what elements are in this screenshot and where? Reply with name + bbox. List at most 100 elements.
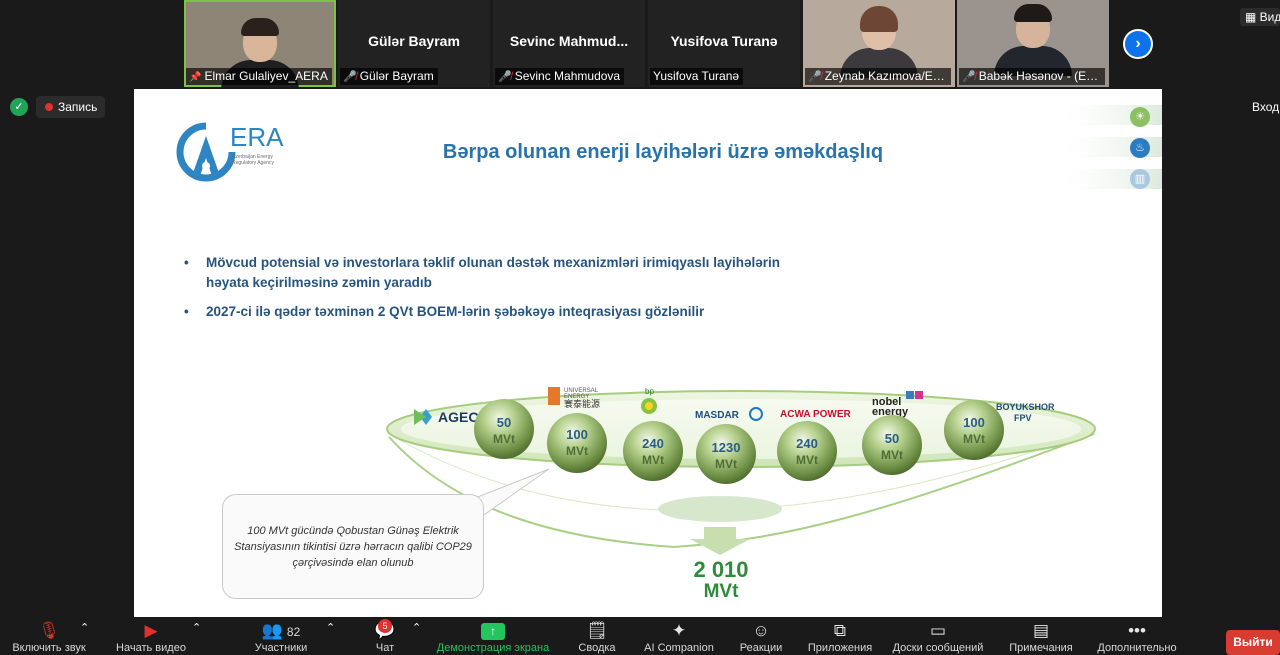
- svg-text:FPV: FPV: [1014, 413, 1032, 423]
- apps-icon: ⧉: [833, 621, 847, 640]
- video-off-icon: ▶: [144, 621, 158, 640]
- svg-text:100: 100: [566, 427, 588, 442]
- mic-muted-icon: 🎤̸: [498, 71, 512, 83]
- mic-options-chevron-icon[interactable]: ⌃: [80, 621, 89, 655]
- participants-options-chevron-icon[interactable]: ⌃: [326, 621, 335, 655]
- mic-muted-icon: 🎤̸: [808, 71, 822, 83]
- participant-nametag: 📌 Elmar Gulaliyev_AERA: [186, 68, 332, 85]
- participants-icon: 👥: [261, 621, 283, 640]
- summary-icon: 🗒: [586, 621, 608, 640]
- chevron-right-icon: ›: [1135, 35, 1141, 52]
- more-button[interactable]: ••• Дополнительно: [1094, 621, 1180, 655]
- svg-text:MVt: MVt: [566, 444, 588, 458]
- total-value: 2 010: [693, 557, 749, 582]
- total-capacity: 2 010 MVt: [684, 559, 758, 603]
- svg-text:1230: 1230: [712, 440, 741, 455]
- svg-text:AGEC: AGEC: [438, 409, 478, 425]
- participant-tile-guler[interactable]: Gülər Bayram 🎤̸ Gülər Bayram: [338, 0, 490, 87]
- start-video-button[interactable]: ▶ Начать видео: [110, 621, 192, 655]
- participants-button[interactable]: 👥 82 Участники: [240, 621, 322, 655]
- svg-text:240: 240: [642, 436, 664, 451]
- emoji-icon: ☺: [752, 621, 770, 640]
- grid-icon: ▦: [1245, 10, 1260, 24]
- chat-icon: 💬5: [364, 619, 406, 641]
- participant-nametag: 🎤̸ Sevinc Mahmudova: [495, 68, 625, 85]
- sparkle-icon: ✦: [671, 621, 687, 640]
- chat-button[interactable]: 💬5 Чат: [364, 619, 406, 655]
- bullet-item: Mövcud potensial və investorlara təklif …: [180, 253, 780, 293]
- svg-text:寰泰能源: 寰泰能源: [564, 398, 600, 410]
- participant-video: [994, 4, 1072, 76]
- view-button[interactable]: ▦ Вид: [1240, 8, 1280, 26]
- entry-label[interactable]: Вход: [1252, 100, 1279, 114]
- share-screen-icon: ↑: [481, 623, 505, 640]
- video-options-chevron-icon[interactable]: ⌃: [192, 621, 201, 655]
- svg-text:50: 50: [497, 415, 511, 430]
- capacity-sphere: 240 MVt: [623, 421, 683, 481]
- whiteboard-icon: ▭: [929, 621, 947, 640]
- svg-text:bp: bp: [645, 387, 654, 396]
- building-icon: ▥: [1130, 169, 1150, 189]
- more-dots-icon: •••: [1128, 621, 1146, 640]
- reactions-button[interactable]: ☺ Реакции: [734, 621, 788, 655]
- capacity-sphere: 100 MVt: [944, 400, 1004, 460]
- svg-text:100: 100: [963, 415, 985, 430]
- participant-tile-babek[interactable]: 🎤̸ Babək Həsənov - (En...: [957, 0, 1109, 87]
- participant-tile-yusifova[interactable]: Yusifova Turanə Yusifova Turanə: [648, 0, 800, 87]
- capacity-sphere: 100 MVt: [547, 413, 607, 473]
- notes-icon: ▤: [1032, 621, 1050, 640]
- chat-options-chevron-icon[interactable]: ⌃: [412, 621, 421, 655]
- funnel-arrow: [690, 527, 750, 555]
- capacity-sphere: 240 MVt: [777, 421, 837, 481]
- leave-button[interactable]: Выйти: [1226, 630, 1280, 655]
- svg-text:MVt: MVt: [881, 448, 903, 462]
- company-logo-acwa-power: ACWA POWER: [780, 409, 852, 420]
- funnel-bottom-glow: [658, 496, 782, 522]
- lightbulb-icon: ☀: [1130, 107, 1150, 127]
- whiteboards-button[interactable]: ▭ Доски сообщений: [890, 621, 986, 655]
- svg-text:MVt: MVt: [963, 432, 985, 446]
- mic-muted-icon: 🎤̸: [962, 71, 976, 83]
- participant-display-name: Sevinc Mahmud...: [509, 33, 629, 49]
- bullet-list: Mövcud potensial və investorlara təklif …: [180, 253, 780, 331]
- bullet-item: 2027-ci ilə qədər təxminən 2 QVt BOEM-lə…: [180, 302, 780, 322]
- participant-tile-elmar[interactable]: 📌 Elmar Gulaliyev_AERA: [184, 0, 336, 87]
- capacity-sphere: 1230 MVt: [696, 424, 756, 484]
- svg-text:240: 240: [796, 436, 818, 451]
- svg-text:MVt: MVt: [796, 453, 818, 467]
- encryption-shield-icon[interactable]: ✓: [10, 98, 28, 116]
- participant-tile-zeynab[interactable]: 🎤̸ Zeynab Kazımova/EM...: [803, 0, 955, 87]
- participant-display-name: Gülər Bayram: [368, 33, 460, 49]
- summary-button[interactable]: 🗒 Сводка: [574, 621, 620, 655]
- callout-note: 100 MVt gücündə Qobustan Günəş Elektrik …: [222, 494, 484, 599]
- slide-title: Bərpa olunan enerji layihələri üzrə əmək…: [442, 141, 884, 163]
- flame-icon: ♨: [1130, 138, 1150, 158]
- recording-indicator[interactable]: Запись: [36, 96, 106, 118]
- svg-text:MVt: MVt: [493, 432, 515, 446]
- participant-tile-sevinc[interactable]: Sevinc Mahmud... 🎤̸ Sevinc Mahmudova: [493, 0, 645, 87]
- share-screen-button[interactable]: ↑ Демонстрация экрана: [432, 621, 554, 655]
- total-unit: MVt: [703, 581, 739, 602]
- pin-icon: 📌: [189, 72, 202, 83]
- participant-nametag: 🎤̸ Babək Həsənov - (En...: [959, 68, 1105, 85]
- svg-text:MVt: MVt: [715, 457, 737, 471]
- microphone-muted-icon: 🎙: [38, 621, 60, 640]
- next-participants-button[interactable]: ›: [1123, 29, 1153, 59]
- participant-nametag: 🎤̸ Gülər Bayram: [340, 68, 438, 85]
- participant-strip: 📌 Elmar Gulaliyev_AERA Gülər Bayram 🎤̸ Gül…: [0, 0, 1280, 88]
- participant-nametag: 🎤̸ Zeynab Kazımova/EM...: [805, 68, 951, 85]
- participants-count: 82: [286, 625, 301, 639]
- notes-button[interactable]: ▤ Примечания: [1002, 621, 1080, 655]
- participant-display-name: Yusifova Turanə: [670, 33, 778, 49]
- svg-text:MVt: MVt: [642, 453, 664, 467]
- apps-button[interactable]: ⧉ Приложения: [804, 621, 876, 655]
- shared-slide: ERA Azerbaijan Energy Regulatory Agency …: [134, 89, 1162, 617]
- chat-badge: 5: [378, 619, 392, 633]
- meeting-toolbar: 🎙 Включить звук ⌃ ▶ Начать видео ⌃ 👥 82 У…: [0, 617, 1280, 655]
- svg-text:ACWA POWER: ACWA POWER: [780, 409, 852, 420]
- ai-companion-button[interactable]: ✦ AI Companion: [640, 621, 718, 655]
- capacity-sphere: 50 MVt: [474, 399, 534, 459]
- mic-muted-icon: 🎤̸: [343, 71, 357, 83]
- slide-side-icons: ☀ ♨ ▥: [1052, 97, 1162, 197]
- unmute-button[interactable]: 🎙 Включить звук: [8, 621, 90, 655]
